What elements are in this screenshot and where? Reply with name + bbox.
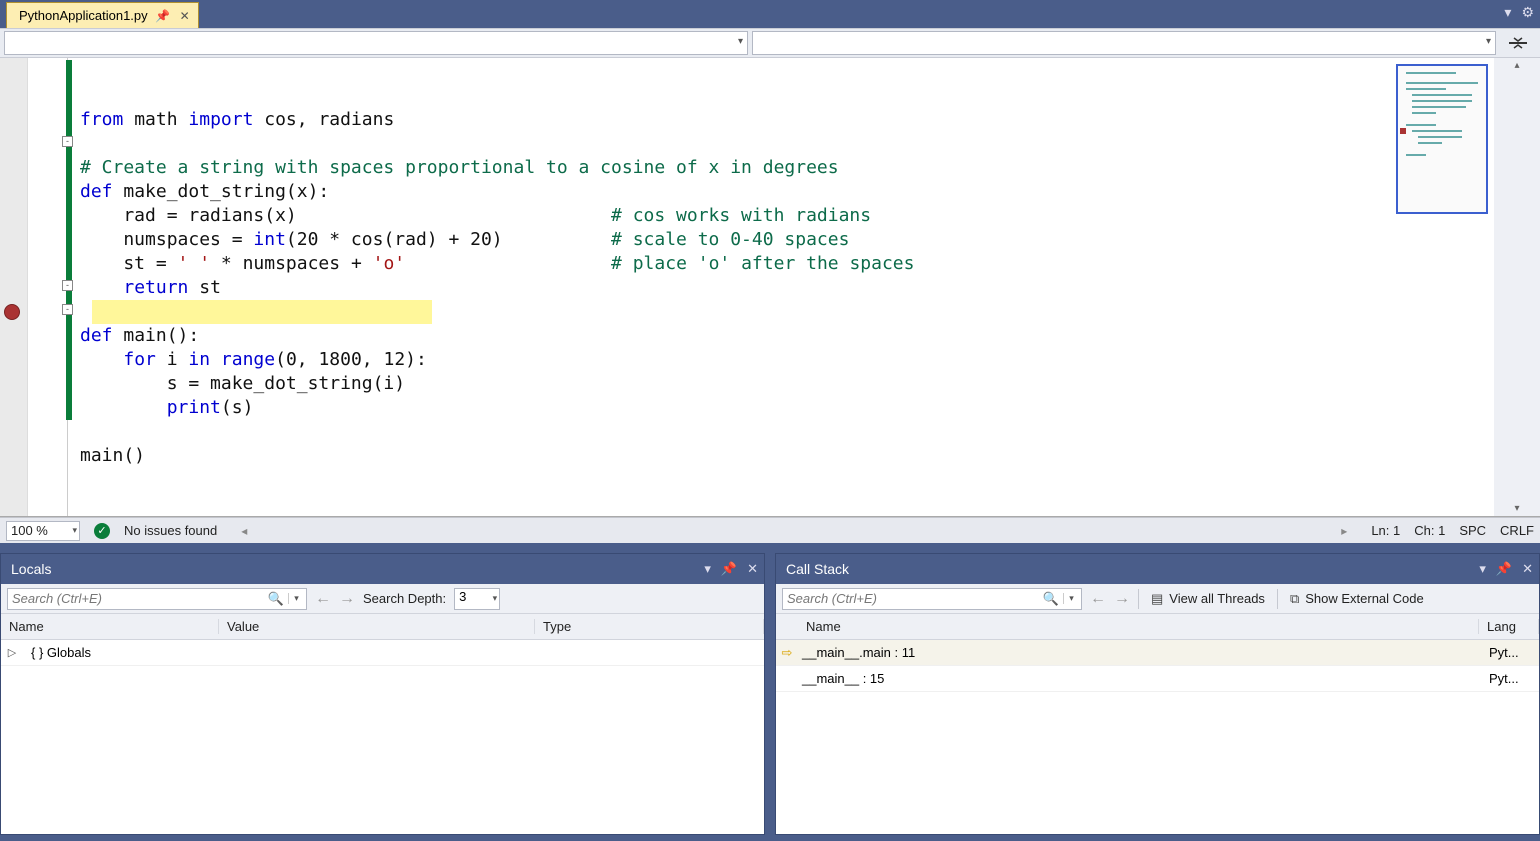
search-depth-value: 3 xyxy=(459,589,466,604)
split-editor-icon[interactable] xyxy=(1500,31,1536,55)
panel-dropdown-icon[interactable]: ▾ xyxy=(704,561,711,577)
horizontal-splitter[interactable] xyxy=(0,543,1540,553)
line-indicator: Ln: 1 xyxy=(1371,523,1400,538)
editor-status-bar: 100 % ▾ ✓ No issues found ◂ ▸ Ln: 1 Ch: … xyxy=(0,517,1540,543)
callstack-row[interactable]: ⇨__main__.main : 11Pyt... xyxy=(776,640,1539,666)
toolbar-divider xyxy=(1138,589,1139,609)
breakpoint-marker[interactable] xyxy=(4,304,20,320)
panel-pin-icon[interactable]: 📌 xyxy=(1496,561,1512,577)
panel-dropdown-icon[interactable]: ▾ xyxy=(1479,561,1486,577)
highlighted-line xyxy=(92,300,432,324)
callstack-header[interactable]: Call Stack ▾ 📌 ✕ xyxy=(776,554,1539,584)
frame-lang: Pyt... xyxy=(1485,671,1539,686)
search-forward-icon[interactable]: → xyxy=(1114,590,1130,608)
lineending-indicator: CRLF xyxy=(1500,523,1534,538)
callstack-search-input[interactable]: Search (Ctrl+E) 🔍 ▾ xyxy=(782,588,1082,610)
member-dropdown[interactable]: ▾ xyxy=(752,31,1496,55)
window-dropdown-icon[interactable]: ▾ xyxy=(1504,4,1511,21)
outline-gutter[interactable]: - - - xyxy=(28,58,68,516)
external-code-icon: ⧉ xyxy=(1290,591,1299,607)
locals-title: Locals xyxy=(11,561,51,577)
callstack-col-name[interactable]: Name xyxy=(798,619,1479,634)
breakpoint-gutter[interactable]: ➪ xyxy=(0,58,28,516)
locals-panel: Locals ▾ 📌 ✕ Search (Ctrl+E) 🔍 ▾ ← → Sea… xyxy=(0,553,765,835)
issues-label: No issues found xyxy=(124,523,217,538)
search-icon[interactable]: 🔍 xyxy=(268,591,284,607)
view-threads-label: View all Threads xyxy=(1169,591,1265,606)
code-content[interactable]: from math import cos, radians # Create a… xyxy=(68,58,1390,516)
file-tab[interactable]: PythonApplication1.py 📌 ✕ xyxy=(6,2,199,28)
show-external-code-button[interactable]: ⧉ Show External Code xyxy=(1286,591,1428,607)
search-depth-label: Search Depth: xyxy=(363,591,446,606)
locals-grid-header[interactable]: Name Value Type xyxy=(1,614,764,640)
chevron-down-icon: ▾ xyxy=(1486,36,1491,47)
code-editor[interactable]: ➪ - - - from math import cos, radians # … xyxy=(0,58,1540,517)
current-frame-arrow-icon: ⇨ xyxy=(776,645,798,661)
spaces-indicator: SPC xyxy=(1459,523,1486,538)
search-forward-icon[interactable]: → xyxy=(339,590,355,608)
frame-name: __main__.main : 11 xyxy=(798,645,1485,660)
callstack-toolbar: Search (Ctrl+E) 🔍 ▾ ← → ▤ View all Threa… xyxy=(776,584,1539,614)
locals-row[interactable]: ▷{ } Globals xyxy=(1,640,764,666)
locals-col-type[interactable]: Type xyxy=(535,619,764,634)
locals-grid-body[interactable]: ▷{ } Globals xyxy=(1,640,764,834)
callstack-grid-header[interactable]: Name Lang xyxy=(776,614,1539,640)
close-icon[interactable]: ✕ xyxy=(178,9,192,23)
locals-col-value[interactable]: Value xyxy=(219,619,535,634)
expand-icon[interactable]: ▷ xyxy=(1,646,23,659)
search-options-dropdown[interactable]: ▾ xyxy=(288,593,304,604)
zoom-dropdown[interactable]: 100 % ▾ xyxy=(6,521,80,541)
search-options-dropdown[interactable]: ▾ xyxy=(1063,593,1079,604)
chevron-down-icon: ▾ xyxy=(738,36,743,47)
gear-icon[interactable]: ⚙ xyxy=(1521,4,1534,21)
search-depth-dropdown[interactable]: 3 ▾ xyxy=(454,588,500,610)
search-back-icon[interactable]: ← xyxy=(315,590,331,608)
chevron-down-icon: ▾ xyxy=(72,525,77,536)
locals-toolbar: Search (Ctrl+E) 🔍 ▾ ← → Search Depth: 3 … xyxy=(1,584,764,614)
minimap-breakpoint-icon xyxy=(1400,128,1406,134)
locals-row-name: { } Globals xyxy=(23,645,241,660)
search-placeholder: Search (Ctrl+E) xyxy=(12,591,102,606)
callstack-title: Call Stack xyxy=(786,561,849,577)
panel-close-icon[interactable]: ✕ xyxy=(747,561,758,577)
panel-pin-icon[interactable]: 📌 xyxy=(721,561,737,577)
frame-lang: Pyt... xyxy=(1485,645,1539,660)
panel-close-icon[interactable]: ✕ xyxy=(1522,561,1533,577)
locals-col-name[interactable]: Name xyxy=(1,619,219,634)
search-icon[interactable]: 🔍 xyxy=(1043,591,1059,607)
bottom-panels: Locals ▾ 📌 ✕ Search (Ctrl+E) 🔍 ▾ ← → Sea… xyxy=(0,553,1540,841)
search-placeholder: Search (Ctrl+E) xyxy=(787,591,877,606)
locals-header[interactable]: Locals ▾ 📌 ✕ xyxy=(1,554,764,584)
callstack-col-lang[interactable]: Lang xyxy=(1479,619,1539,634)
editor-scrollbar[interactable]: ▴ ▾ xyxy=(1494,58,1540,516)
toolbar-divider xyxy=(1277,589,1278,609)
tab-strip: PythonApplication1.py 📌 ✕ ▾ ⚙ xyxy=(0,0,1540,28)
scope-dropdown[interactable]: ▾ xyxy=(4,31,748,55)
scroll-left-icon[interactable]: ◂ xyxy=(231,524,257,538)
zoom-value: 100 % xyxy=(11,523,48,538)
scroll-down-icon[interactable]: ▾ xyxy=(1512,501,1521,516)
file-tab-label: PythonApplication1.py xyxy=(19,8,148,23)
minimap[interactable] xyxy=(1396,64,1488,214)
frame-name: __main__ : 15 xyxy=(798,671,1485,686)
callstack-row[interactable]: __main__ : 15Pyt... xyxy=(776,666,1539,692)
tab-strip-controls: ▾ ⚙ xyxy=(1504,4,1534,21)
chevron-down-icon: ▾ xyxy=(493,593,498,604)
threads-icon: ▤ xyxy=(1151,591,1163,607)
show-external-label: Show External Code xyxy=(1305,591,1424,606)
issues-ok-icon: ✓ xyxy=(94,523,110,539)
navigation-bar: ▾ ▾ xyxy=(0,28,1540,58)
pin-icon[interactable]: 📌 xyxy=(156,9,170,23)
search-back-icon[interactable]: ← xyxy=(1090,590,1106,608)
locals-search-input[interactable]: Search (Ctrl+E) 🔍 ▾ xyxy=(7,588,307,610)
col-indicator: Ch: 1 xyxy=(1414,523,1445,538)
scroll-up-icon[interactable]: ▴ xyxy=(1512,58,1521,73)
callstack-panel: Call Stack ▾ 📌 ✕ Search (Ctrl+E) 🔍 ▾ ← →… xyxy=(775,553,1540,835)
scroll-right-icon[interactable]: ▸ xyxy=(1331,524,1357,538)
view-all-threads-button[interactable]: ▤ View all Threads xyxy=(1147,591,1269,607)
callstack-grid-body[interactable]: ⇨__main__.main : 11Pyt...__main__ : 15Py… xyxy=(776,640,1539,834)
